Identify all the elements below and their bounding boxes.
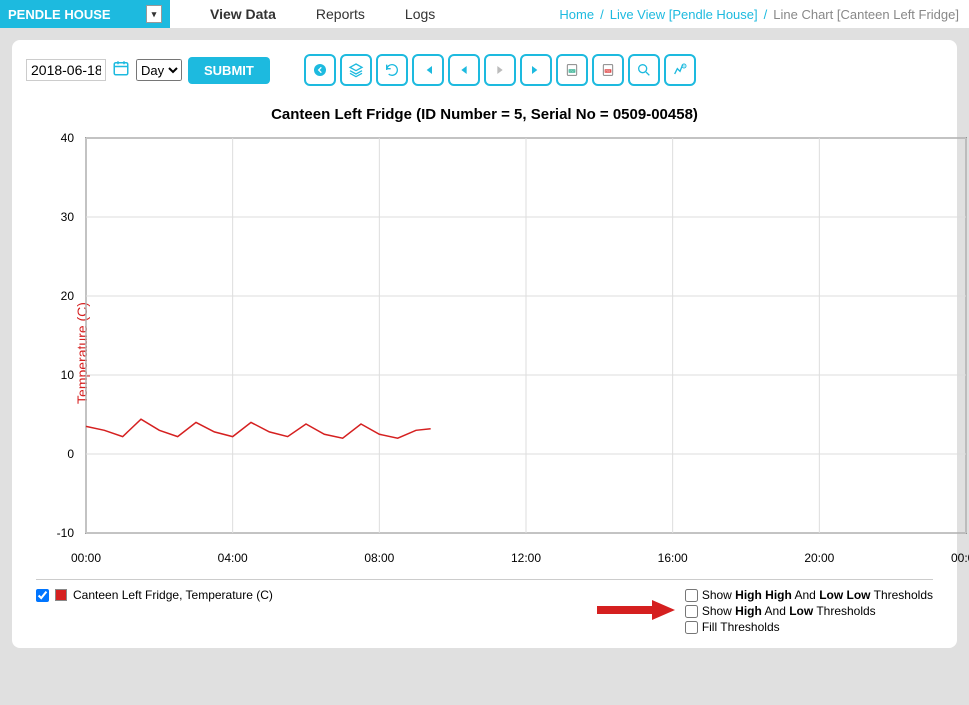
threshold-hl[interactable]: Show High And Low Thresholds — [685, 604, 933, 618]
y-tick: 40 — [56, 131, 74, 145]
x-tick: 16:00 — [658, 551, 688, 565]
chart-title: Canteen Left Fridge (ID Number = 5, Seri… — [26, 106, 943, 123]
chevron-down-icon: ▾ — [146, 5, 162, 23]
nav-view-data[interactable]: View Data — [210, 6, 276, 22]
svg-text:PDF: PDF — [605, 69, 611, 73]
legend-swatch — [55, 589, 67, 601]
threshold-hhll[interactable]: Show High High And Low Low Thresholds — [685, 588, 933, 602]
legend-series-label: Canteen Left Fridge, Temperature (C) — [73, 588, 273, 602]
x-tick: 00:00 — [951, 551, 969, 565]
y-tick: 30 — [56, 210, 74, 224]
threshold-fill-checkbox[interactable] — [685, 621, 698, 634]
site-name: PENDLE HOUSE — [8, 7, 111, 22]
x-tick: 04:00 — [218, 551, 248, 565]
y-tick: 0 — [56, 447, 74, 461]
play-icon[interactable] — [484, 54, 516, 86]
breadcrumb: Home / Live View [Pendle House] / Line C… — [559, 7, 969, 22]
nav-reports[interactable]: Reports — [316, 6, 365, 22]
threshold-hhll-checkbox[interactable] — [685, 589, 698, 602]
breadcrumb-home[interactable]: Home — [559, 7, 594, 22]
chart-settings-icon[interactable] — [664, 54, 696, 86]
threshold-fill[interactable]: Fill Thresholds — [685, 620, 933, 634]
x-tick: 12:00 — [511, 551, 541, 565]
svg-text:CSV: CSV — [569, 69, 575, 73]
refresh-icon[interactable] — [376, 54, 408, 86]
back-icon[interactable] — [304, 54, 336, 86]
calendar-icon[interactable] — [112, 59, 130, 82]
first-icon[interactable] — [412, 54, 444, 86]
layers-icon[interactable] — [340, 54, 372, 86]
date-input[interactable] — [26, 59, 106, 81]
threshold-hl-checkbox[interactable] — [685, 605, 698, 618]
submit-button[interactable]: SUBMIT — [188, 57, 270, 84]
x-tick: 00:00 — [71, 551, 101, 565]
zoom-icon[interactable] — [628, 54, 660, 86]
site-selector[interactable]: PENDLE HOUSE ▾ — [0, 0, 170, 28]
x-tick: 08:00 — [364, 551, 394, 565]
last-icon[interactable] — [520, 54, 552, 86]
prev-icon[interactable] — [448, 54, 480, 86]
y-tick: -10 — [56, 526, 74, 540]
csv-icon[interactable]: CSV — [556, 54, 588, 86]
chart-plot — [76, 133, 969, 553]
pdf-icon[interactable]: PDF — [592, 54, 624, 86]
nav-logs[interactable]: Logs — [405, 6, 435, 22]
y-tick: 10 — [56, 368, 74, 382]
y-tick: 20 — [56, 289, 74, 303]
breadcrumb-current: Line Chart [Canteen Left Fridge] — [773, 7, 959, 22]
breadcrumb-live[interactable]: Live View [Pendle House] — [610, 7, 758, 22]
arrow-annotation — [597, 598, 677, 622]
period-select[interactable]: Day — [136, 59, 182, 81]
series-checkbox[interactable] — [36, 589, 49, 602]
x-tick: 20:00 — [804, 551, 834, 565]
chart-area: Temperature (C) -10010203040 00:0004:000… — [36, 133, 933, 573]
